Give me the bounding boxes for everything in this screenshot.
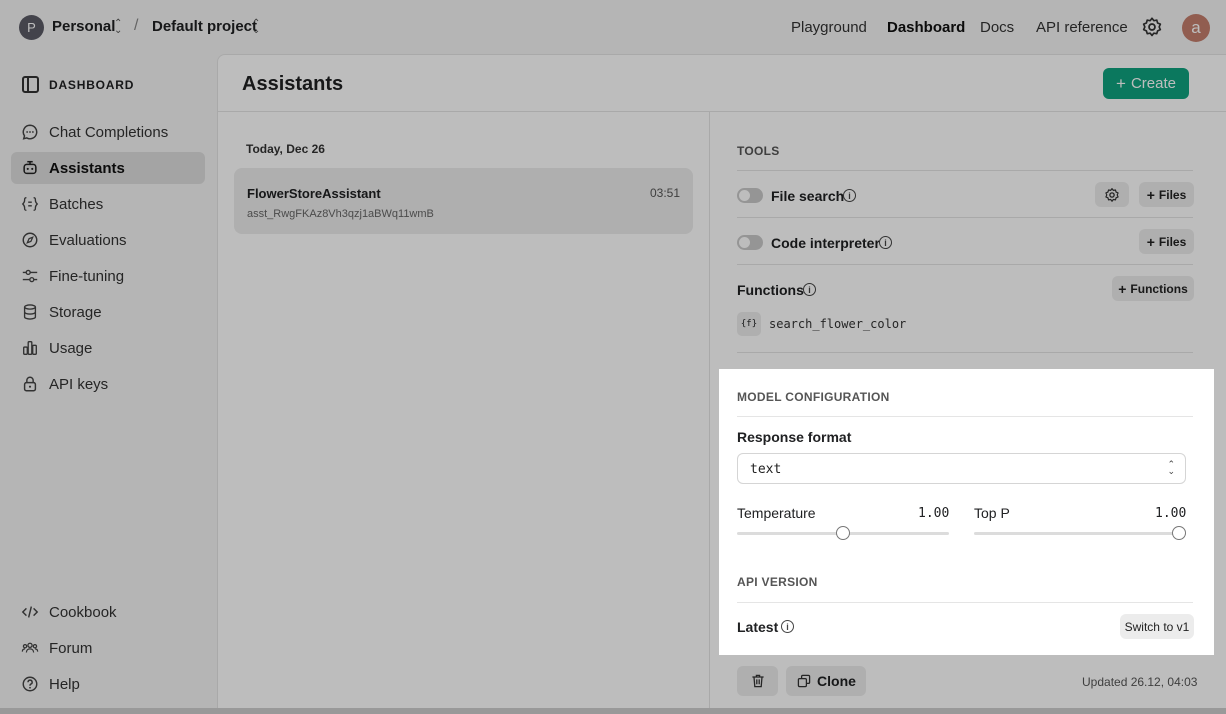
braces-icon [21, 197, 39, 211]
file-search-add-files-button[interactable]: + Files [1139, 182, 1194, 207]
assistant-name: FlowerStoreAssistant [247, 186, 381, 201]
nav-docs[interactable]: Docs [980, 19, 1014, 36]
robot-icon [23, 160, 37, 175]
code-icon [21, 606, 39, 618]
response-format-value: text [750, 462, 782, 477]
plus-icon: + [1146, 186, 1155, 203]
switch-api-version-label: Switch to v1 [1124, 619, 1190, 634]
sidebar-item-label: API keys [49, 376, 109, 393]
info-icon[interactable]: i [803, 283, 816, 296]
sidebar-item-help[interactable]: Help [11, 668, 205, 700]
copy-icon [797, 674, 811, 688]
updated-timestamp: Updated 26.12, 04:03 [1082, 675, 1198, 689]
chevron-updown-icon: ⌃ ⌄ [1167, 459, 1175, 476]
org-switcher-chevron-icon[interactable]: ⌃ ⌄ [114, 19, 122, 36]
file-search-settings-button[interactable] [1095, 182, 1129, 207]
info-icon[interactable]: i [843, 189, 856, 202]
nav-api-reference[interactable]: API reference [1036, 19, 1128, 36]
nav-dashboard[interactable]: Dashboard [887, 19, 965, 36]
sidebar-item-label: Usage [49, 340, 93, 357]
divider [737, 264, 1193, 265]
sidebar-title: DASHBOARD [49, 78, 135, 92]
project-switcher[interactable]: Default project [152, 18, 257, 35]
sidebar-item-label: Assistants [49, 160, 125, 177]
sidebar-item-storage[interactable]: Storage [11, 296, 205, 328]
project-switcher-chevron-icon[interactable]: ⌃ ⌄ [252, 19, 260, 36]
highlighted-region [719, 369, 1214, 655]
sidebar-item-evaluations[interactable]: Evaluations [11, 224, 205, 256]
assistant-id: asst_RwgFKAz8Vh3qzj1aBWq11wmB [247, 208, 434, 220]
sidebar-item-label: Help [49, 676, 80, 693]
people-icon [21, 642, 39, 653]
divider [737, 170, 1193, 171]
file-search-label: File search [771, 188, 845, 204]
org-avatar[interactable]: P [19, 15, 44, 40]
code-interpreter-add-files-button[interactable]: + Files [1139, 229, 1194, 254]
divider [737, 352, 1193, 353]
function-icon: {f} [737, 312, 761, 336]
compass-icon [22, 232, 38, 248]
info-icon[interactable]: i [879, 236, 892, 249]
lock-icon [23, 376, 37, 392]
sidebar-item-fine-tuning[interactable]: Fine-tuning [11, 260, 205, 292]
panel-divider [709, 112, 710, 708]
add-function-button[interactable]: + Functions [1112, 276, 1194, 301]
sliders-icon [22, 269, 38, 283]
database-icon [23, 304, 37, 320]
functions-label: Functions [737, 282, 804, 298]
sidebar-item-batches[interactable]: Batches [11, 188, 205, 220]
tools-section-label: TOOLS [737, 144, 780, 158]
sidebar-item-label: Forum [49, 640, 93, 657]
sidebar-item-assistants[interactable]: Assistants [11, 152, 205, 184]
clone-assistant-button[interactable]: Clone [786, 666, 866, 696]
chat-bubble-icon [22, 124, 38, 140]
response-format-select[interactable]: text ⌃ ⌄ [737, 453, 1186, 484]
plus-icon: + [1118, 280, 1127, 297]
sidebar-item-label: Evaluations [49, 232, 127, 249]
settings-gear-icon[interactable] [1141, 16, 1163, 38]
org-switcher[interactable]: Personal [52, 18, 115, 35]
plus-icon: + [1146, 233, 1155, 250]
add-files-label: Files [1158, 187, 1187, 202]
sidebar-item-cookbook[interactable]: Cookbook [11, 596, 205, 628]
sidebar-item-label: Fine-tuning [49, 268, 125, 285]
header-divider [218, 111, 1226, 112]
sidebar-item-usage[interactable]: Usage [11, 332, 205, 364]
function-name[interactable]: search_flower_color [769, 317, 906, 331]
plus-icon: + [1116, 73, 1126, 93]
sidebar-item-forum[interactable]: Forum [11, 632, 205, 664]
sidebar-item-api-keys[interactable]: API keys [11, 368, 205, 400]
create-assistant-button[interactable]: + Create [1103, 68, 1189, 99]
bar-chart-icon [23, 341, 37, 355]
date-heading: Today, Dec 26 [246, 142, 325, 156]
assistant-time: 03:51 [649, 186, 680, 200]
file-search-toggle[interactable] [737, 188, 763, 203]
assistant-list-item[interactable]: FlowerStoreAssistant asst_RwgFKAz8Vh3qzj… [234, 168, 693, 234]
code-interpreter-toggle[interactable] [737, 235, 763, 250]
switch-api-version-button[interactable]: Switch to v1 [1120, 614, 1194, 639]
breadcrumb-separator: / [134, 17, 139, 34]
horizontal-scrollbar[interactable] [0, 708, 1226, 714]
add-function-label: Functions [1130, 281, 1188, 296]
delete-assistant-button[interactable] [737, 666, 778, 696]
add-files-label: Files [1158, 234, 1187, 249]
sidebar-toggle-icon[interactable] [22, 76, 39, 93]
gear-icon [1105, 187, 1119, 202]
sidebar-item-label: Chat Completions [49, 124, 169, 141]
clone-button-label: Clone [817, 673, 856, 689]
sidebar-item-label: Cookbook [49, 604, 117, 621]
sidebar-item-label: Batches [49, 196, 104, 213]
question-icon [22, 676, 38, 692]
nav-playground[interactable]: Playground [791, 19, 867, 36]
sidebar-item-chat-completions[interactable]: Chat Completions [11, 116, 205, 148]
divider [737, 217, 1193, 218]
user-avatar[interactable]: a [1182, 14, 1210, 42]
sidebar-item-label: Storage [49, 304, 102, 321]
page-title: Assistants [242, 73, 344, 95]
code-interpreter-label: Code interpreter [771, 235, 880, 251]
create-button-label: Create [1130, 75, 1176, 92]
trash-icon [751, 674, 764, 688]
